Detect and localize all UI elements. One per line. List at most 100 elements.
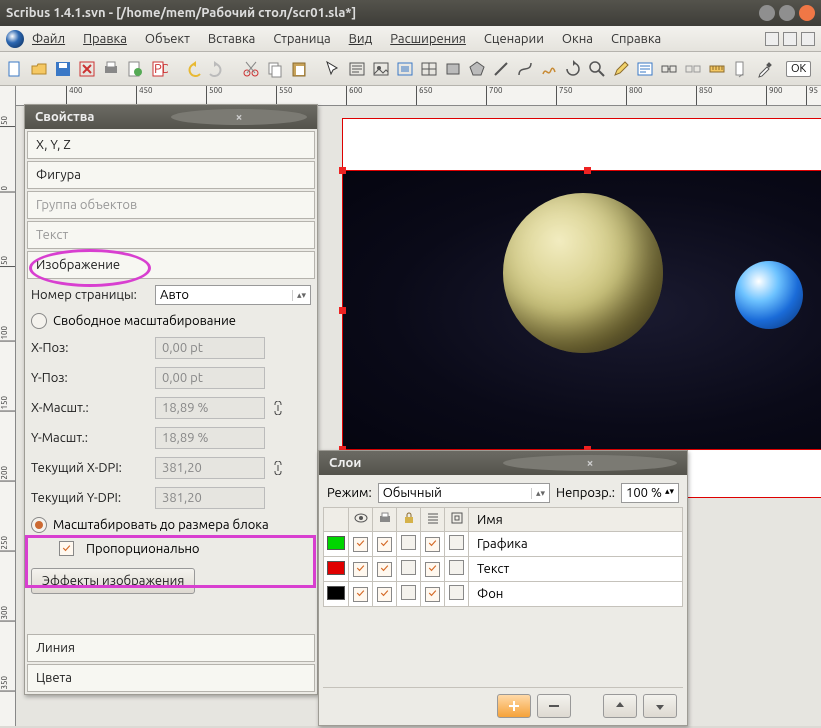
redo-icon[interactable]: [208, 58, 226, 80]
shape-icon[interactable]: [444, 58, 462, 80]
new-icon[interactable]: [6, 58, 24, 80]
menu-help[interactable]: Справка: [611, 32, 661, 46]
menu-insert[interactable]: Вставка: [208, 32, 255, 46]
menu-windows[interactable]: Окна: [562, 32, 593, 46]
tab-text[interactable]: Текст: [27, 221, 315, 249]
link-icon[interactable]: [271, 461, 285, 475]
tab-group[interactable]: Группа объектов: [27, 191, 315, 219]
ypos-input[interactable]: 0,00 pt: [155, 367, 265, 389]
page-num-select[interactable]: Авто▴▾: [155, 285, 311, 305]
tab-xyz[interactable]: X, Y, Z: [27, 131, 315, 159]
yscale-input[interactable]: 18,89 %: [155, 427, 265, 449]
layer-row[interactable]: Текст: [324, 557, 683, 582]
print-icon[interactable]: [102, 58, 120, 80]
link-frames-icon[interactable]: [660, 58, 678, 80]
layer-name[interactable]: Текст: [469, 557, 683, 582]
menu-edit[interactable]: Правка: [83, 32, 127, 46]
delete-layer-button[interactable]: [537, 694, 571, 718]
layers-panel-title[interactable]: Слои ×: [319, 451, 687, 475]
panel-close-icon[interactable]: ×: [503, 455, 677, 471]
layer-lock-checkbox[interactable]: [401, 560, 416, 575]
xdpi-input[interactable]: 381,20: [155, 457, 265, 479]
menu-view[interactable]: Вид: [349, 32, 373, 46]
table-icon[interactable]: [420, 58, 438, 80]
menu-extensions[interactable]: Расширения: [390, 32, 466, 46]
layer-visible-checkbox[interactable]: [353, 587, 368, 602]
properties-panel-title[interactable]: Свойства ×: [25, 105, 317, 129]
copy-props-icon[interactable]: [732, 58, 750, 80]
lower-layer-button[interactable]: [643, 694, 677, 718]
layer-outline-checkbox[interactable]: [449, 535, 464, 550]
line-icon[interactable]: [492, 58, 510, 80]
layer-name[interactable]: Графика: [469, 532, 683, 557]
edit-contents-icon[interactable]: [612, 58, 630, 80]
freehand-icon[interactable]: [540, 58, 558, 80]
menu-file[interactable]: Файл: [32, 32, 65, 46]
layer-flow-checkbox[interactable]: [425, 587, 440, 602]
tab-line[interactable]: Линия: [27, 634, 315, 662]
polygon-icon[interactable]: [468, 58, 486, 80]
free-scale-radio[interactable]: [31, 313, 47, 329]
layer-outline-checkbox[interactable]: [449, 585, 464, 600]
zoom-icon[interactable]: [588, 58, 606, 80]
ok-button[interactable]: OK: [786, 61, 811, 77]
raise-layer-button[interactable]: [603, 694, 637, 718]
window-minimize-button[interactable]: [759, 5, 775, 21]
mdi-close-icon[interactable]: [801, 32, 815, 46]
close-icon[interactable]: [78, 58, 96, 80]
opacity-input[interactable]: 100 %▴▾: [621, 483, 679, 503]
render-frame-icon[interactable]: [396, 58, 414, 80]
layer-visible-checkbox[interactable]: [353, 562, 368, 577]
layer-name[interactable]: Фон: [469, 582, 683, 607]
undo-icon[interactable]: [184, 58, 202, 80]
layer-color-swatch[interactable]: [327, 561, 345, 575]
window-maximize-button[interactable]: [779, 5, 795, 21]
resize-handle[interactable]: [339, 307, 346, 314]
save-icon[interactable]: [54, 58, 72, 80]
blend-mode-select[interactable]: Обычный▴▾: [378, 483, 550, 503]
selected-image-frame[interactable]: [342, 170, 821, 450]
cut-icon[interactable]: [242, 58, 260, 80]
proportional-checkbox[interactable]: [59, 541, 74, 556]
layer-flow-checkbox[interactable]: [425, 562, 440, 577]
unlink-frames-icon[interactable]: [684, 58, 702, 80]
eyedropper-icon[interactable]: [756, 58, 774, 80]
layer-flow-checkbox[interactable]: [425, 537, 440, 552]
rotate-icon[interactable]: [564, 58, 582, 80]
pdf-export-icon[interactable]: PDF: [150, 58, 168, 80]
story-editor-icon[interactable]: [636, 58, 654, 80]
panel-close-icon[interactable]: ×: [171, 109, 307, 125]
layer-print-checkbox[interactable]: [377, 562, 392, 577]
image-effects-button[interactable]: Эффекты изображения: [31, 568, 195, 594]
layer-color-swatch[interactable]: [327, 586, 345, 600]
menu-page[interactable]: Страница: [273, 32, 330, 46]
menu-object[interactable]: Объект: [145, 32, 190, 46]
paste-icon[interactable]: [290, 58, 308, 80]
layer-print-checkbox[interactable]: [377, 537, 392, 552]
link-icon[interactable]: [271, 401, 285, 415]
preflight-icon[interactable]: [126, 58, 144, 80]
layer-lock-checkbox[interactable]: [401, 535, 416, 550]
tab-image[interactable]: Изображение: [27, 251, 315, 279]
menu-scripts[interactable]: Сценарии: [484, 32, 544, 46]
add-layer-button[interactable]: [497, 694, 531, 718]
tab-colors[interactable]: Цвета: [27, 664, 315, 692]
measure-icon[interactable]: [708, 58, 726, 80]
layer-outline-checkbox[interactable]: [449, 560, 464, 575]
layer-print-checkbox[interactable]: [377, 587, 392, 602]
ydpi-input[interactable]: 381,20: [155, 487, 265, 509]
copy-icon[interactable]: [266, 58, 284, 80]
resize-handle[interactable]: [584, 167, 591, 174]
xpos-input[interactable]: 0,00 pt: [155, 337, 265, 359]
layer-visible-checkbox[interactable]: [353, 537, 368, 552]
bezier-icon[interactable]: [516, 58, 534, 80]
text-frame-icon[interactable]: [348, 58, 366, 80]
open-icon[interactable]: [30, 58, 48, 80]
layer-row[interactable]: Фон: [324, 582, 683, 607]
tab-shape[interactable]: Фигура: [27, 161, 315, 189]
layer-color-swatch[interactable]: [327, 536, 345, 550]
resize-handle[interactable]: [339, 167, 346, 174]
window-close-button[interactable]: [799, 5, 815, 21]
image-frame-icon[interactable]: [372, 58, 390, 80]
select-tool-icon[interactable]: [324, 58, 342, 80]
